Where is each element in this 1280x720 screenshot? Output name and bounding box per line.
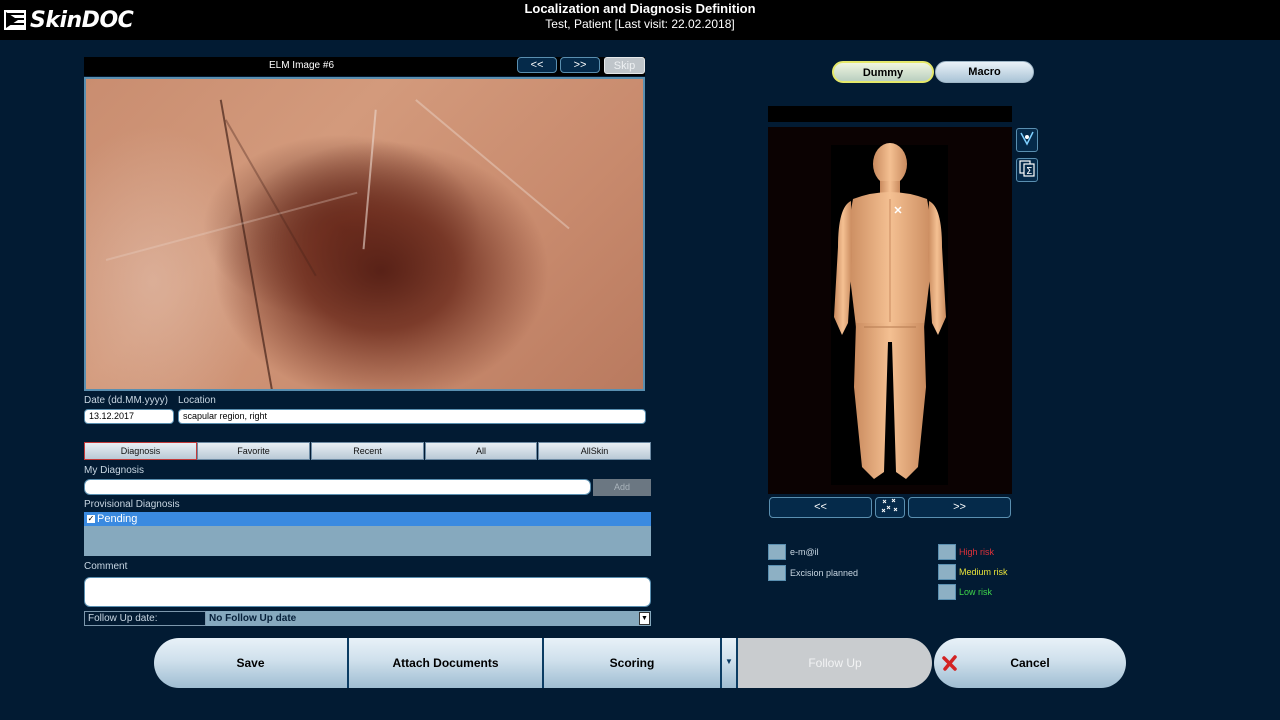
cancel-button[interactable]: Cancel [934,638,1126,688]
cancel-label: Cancel [1010,656,1050,670]
my-diagnosis-input[interactable] [84,479,591,495]
excision-label: Excision planned [790,568,859,578]
tab-recent[interactable]: Recent [311,442,424,460]
dermoscopy-image [84,77,645,391]
list-item[interactable]: ✓ Pending [84,512,651,526]
email-checkbox[interactable] [768,544,786,560]
save-button[interactable]: Save [154,638,349,688]
sum-document-icon[interactable]: Σ [1016,158,1038,182]
body-figure [831,143,948,485]
my-diagnosis-label: My Diagnosis [84,465,145,476]
high-risk-checkbox[interactable] [938,544,956,560]
dropdown-arrow-icon[interactable]: ▼ [639,612,650,625]
low-risk-label: Low risk [959,587,993,597]
lesion-marker-icon[interactable] [894,206,902,214]
image-next-button[interactable]: >> [560,57,600,73]
low-risk-checkbox[interactable] [938,584,956,600]
patient-subtitle: Test, Patient [Last visit: 22.02.2018] [545,17,735,31]
page-title: Localization and Diagnosis Definition [524,1,756,16]
scoring-button[interactable]: Scoring [544,638,722,688]
location-label: Location [178,395,216,406]
high-risk-label: High risk [959,547,995,557]
date-label: Date (dd.MM.yyyy) [84,395,168,406]
tab-favorite[interactable]: Favorite [197,442,310,460]
body-map[interactable] [768,127,1012,494]
date-input[interactable]: 13.12.2017 [84,409,174,424]
follow-up-value: No Follow Up date [209,613,297,624]
location-input[interactable]: scapular region, right [178,409,646,424]
follow-up-label: Follow Up date: [84,611,206,626]
dummy-next-button[interactable]: >> [908,497,1011,518]
tab-all[interactable]: All [425,442,537,460]
comment-input[interactable] [84,577,651,607]
follow-up-select[interactable]: No Follow Up date ▼ [206,611,651,626]
scatter-points-icon[interactable] [875,497,905,518]
tab-allskin[interactable]: AllSkin [538,442,651,460]
macro-view-toggle[interactable]: Macro [935,61,1034,83]
scoring-dropdown-button[interactable]: ▼ [722,638,738,688]
medium-risk-checkbox[interactable] [938,564,956,580]
add-diagnosis-button[interactable]: Add [593,479,651,496]
image-title: ELM Image #6 [268,60,335,71]
dummy-view-toggle[interactable]: Dummy [832,61,934,83]
image-prev-button[interactable]: << [517,57,557,73]
comment-label: Comment [84,561,128,572]
email-label: e-m@il [790,547,819,557]
medium-risk-label: Medium risk [959,567,1008,577]
dummy-prev-button[interactable]: << [769,497,872,518]
provisional-diagnosis-label: Provisional Diagnosis [84,499,180,510]
body-map-title-bar [768,106,1012,122]
skip-button[interactable]: Skip [604,57,645,74]
attach-documents-button[interactable]: Attach Documents [349,638,544,688]
svg-text:Σ: Σ [1026,166,1032,177]
cancel-x-icon [942,655,957,671]
pending-checkbox[interactable]: ✓ [87,515,95,524]
list-item-label: Pending [97,513,138,525]
excision-checkbox[interactable] [768,565,786,581]
tab-diagnosis[interactable]: Diagnosis [84,442,197,460]
follow-up-button[interactable]: Follow Up [738,638,932,688]
marker-pen-icon[interactable] [1016,128,1038,152]
